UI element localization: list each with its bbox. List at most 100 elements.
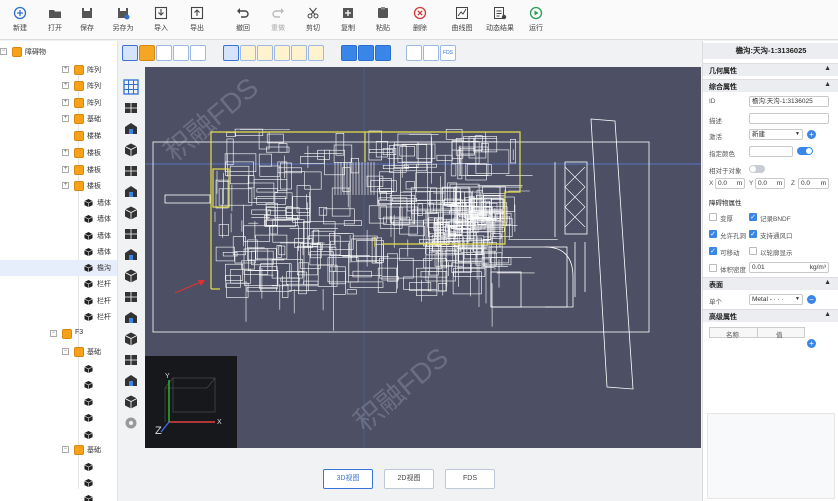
fds-preview-button[interactable]: FDS [440, 45, 456, 61]
color-toggle[interactable] [797, 147, 813, 155]
tree-item[interactable]: 墙体 [0, 244, 117, 260]
tree-item[interactable] [0, 459, 117, 475]
cube-solid-tool-button[interactable] [123, 226, 139, 242]
grid-tool-button[interactable] [123, 79, 139, 95]
x-field[interactable]: 0.0 m [715, 178, 745, 189]
zoom-selection-button[interactable] [423, 45, 439, 61]
tree-item[interactable] [0, 377, 117, 393]
print-tool-button[interactable] [123, 394, 139, 410]
tree-item[interactable]: 栏杆 [0, 293, 117, 309]
tree-item[interactable]: 栏杆 [0, 276, 117, 292]
view-solid-button[interactable] [139, 45, 155, 61]
snap-edge-button[interactable] [375, 45, 391, 61]
tree-item[interactable] [0, 475, 117, 491]
view-left-button[interactable] [257, 45, 273, 61]
tree-item[interactable]: 栏杆 [0, 309, 117, 325]
expand-toggle-icon[interactable]: + [62, 66, 69, 73]
table-tool-button[interactable] [123, 100, 139, 116]
run-button[interactable]: 运行 [521, 4, 551, 36]
bulk-density-field[interactable]: 0.01 kg/m³ [749, 262, 829, 273]
desc-field[interactable] [749, 113, 829, 124]
cut-button[interactable]: 剪切 [298, 4, 328, 36]
tree-item[interactable] [0, 361, 117, 377]
view-box-button[interactable] [190, 45, 206, 61]
tab-3d-view[interactable]: 3D视图 [323, 469, 373, 489]
tree-item[interactable] [0, 394, 117, 410]
window-tool-button[interactable] [123, 184, 139, 200]
tree-item[interactable]: + 楼板 [0, 162, 117, 178]
slab-tool-button[interactable] [123, 310, 139, 326]
curve-button[interactable]: 曲线图 [447, 4, 477, 36]
snap-grid-button[interactable] [341, 45, 357, 61]
undo-button[interactable]: 撤回 [228, 4, 258, 36]
export-button[interactable]: 导出 [182, 4, 212, 36]
zoom-fit-button[interactable] [406, 45, 422, 61]
section-advanced[interactable]: 高级属性 ▲ [703, 309, 838, 322]
paste-button[interactable]: 粘贴 [368, 4, 398, 36]
tree-item[interactable] [0, 427, 117, 443]
tree-item[interactable]: − 基础 [0, 344, 117, 360]
activate-select[interactable]: 新建 ▼ [749, 129, 803, 140]
view-bottom-button[interactable] [308, 45, 324, 61]
stair-tool-button[interactable] [123, 121, 139, 137]
tree-item[interactable]: + 阵列 [0, 78, 117, 94]
id-field[interactable]: 檐沟:天沟-1:3136025 [749, 96, 829, 107]
tree-item[interactable]: 楼梯 [0, 128, 117, 144]
view-stack-button[interactable] [173, 45, 189, 61]
y-field[interactable]: 0.0 m [755, 178, 785, 189]
section-geometry[interactable]: 几何属性 ▲ [703, 63, 838, 76]
view-top-button[interactable] [291, 45, 307, 61]
thicken-checkbox[interactable] [709, 213, 717, 221]
expand-toggle-icon[interactable]: + [62, 99, 69, 106]
surface-select[interactable]: Metal - · · · ▼ [749, 294, 803, 305]
view-back-button[interactable] [240, 45, 256, 61]
tree-item[interactable]: + 楼板 [0, 178, 117, 194]
save-as-button[interactable]: 另存为 [108, 4, 138, 36]
tree-item[interactable]: + 基础 [0, 111, 117, 127]
tab-2d-view[interactable]: 2D视图 [384, 469, 434, 489]
tree-item[interactable]: 墙体 [0, 195, 117, 211]
tree-item[interactable]: 墙体 [0, 228, 117, 244]
tree-item[interactable]: + 阵列 [0, 95, 117, 111]
movable-checkbox[interactable]: ✓ [709, 247, 717, 255]
bar-chart-tool-button[interactable] [123, 352, 139, 368]
record-bndf-checkbox[interactable]: ✓ [749, 213, 757, 221]
view-wire-button[interactable] [156, 45, 172, 61]
copy-button[interactable]: 复制 [333, 4, 363, 36]
cylinder-tool-button[interactable] [123, 331, 139, 347]
add-surface-button[interactable]: − [807, 295, 816, 304]
tree-item[interactable]: 檐沟 [0, 260, 117, 276]
expand-toggle-icon[interactable]: − [62, 446, 69, 453]
tree-item[interactable]: − F3 [0, 326, 117, 342]
expand-toggle-icon[interactable]: − [0, 48, 7, 55]
expand-toggle-icon[interactable]: + [62, 149, 69, 156]
new-button[interactable]: 新建 [5, 4, 35, 36]
z-field[interactable]: 0.0 m [798, 178, 829, 189]
add-activate-button[interactable]: + [807, 130, 816, 139]
delete-button[interactable]: 删除 [405, 4, 435, 36]
expand-toggle-icon[interactable]: + [62, 115, 69, 122]
import-button[interactable]: 导入 [146, 4, 176, 36]
section-general[interactable]: 综合属性 ▲ [703, 79, 838, 92]
allow-hole-checkbox[interactable]: ✓ [709, 230, 717, 238]
save-button[interactable]: 保存 [72, 4, 102, 36]
tree-item[interactable]: − 基础 [0, 442, 117, 458]
section-surface[interactable]: 表面 ▲ [703, 277, 838, 290]
fan-tool-button[interactable] [123, 247, 139, 263]
relative-toggle[interactable] [749, 165, 765, 173]
expand-toggle-icon[interactable]: + [62, 166, 69, 173]
tree-item[interactable]: + 阵列 [0, 62, 117, 78]
tree-item[interactable]: 墙体 [0, 211, 117, 227]
tree-item[interactable] [0, 410, 117, 426]
tree-item[interactable] [0, 491, 117, 501]
add-advanced-button[interactable]: + [807, 339, 816, 348]
expand-toggle-icon[interactable]: − [50, 330, 57, 337]
cube-tool-button[interactable] [123, 205, 139, 221]
anim-button[interactable]: 动态结果 [485, 4, 515, 36]
view-iso-button[interactable] [122, 45, 138, 61]
box-tool-button[interactable] [123, 373, 139, 389]
expand-toggle-icon[interactable]: + [62, 82, 69, 89]
view-front-button[interactable] [223, 45, 239, 61]
sphere-tool-button[interactable] [123, 268, 139, 284]
tree-item[interactable]: + 楼板 [0, 145, 117, 161]
